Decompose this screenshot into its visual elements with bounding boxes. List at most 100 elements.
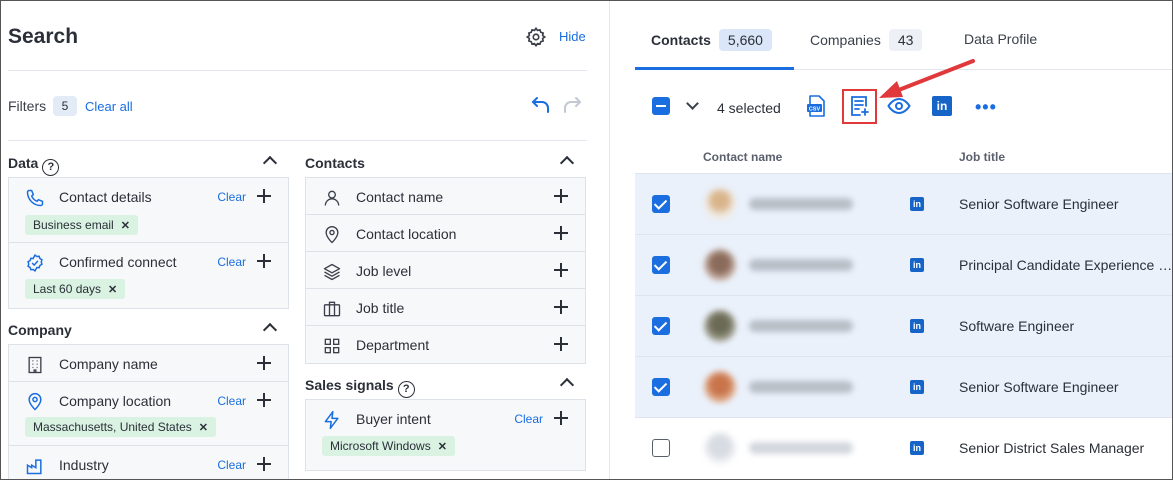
tab-data-profile[interactable]: Data Profile	[964, 31, 1037, 47]
filter-company-name[interactable]: Company name	[9, 345, 288, 382]
row-checkbox[interactable]	[652, 439, 670, 457]
grid-icon	[324, 338, 340, 354]
csv-export-icon[interactable]: CSV	[804, 94, 828, 118]
contact-name-blurred[interactable]	[749, 381, 853, 393]
chevron-up-icon[interactable]	[559, 155, 575, 171]
plus-icon[interactable]	[257, 356, 271, 370]
filter-buyer-intent[interactable]: Buyer intent Clear Microsoft Windows ✕	[306, 400, 585, 470]
contacts-section-header[interactable]: Contacts	[305, 149, 586, 177]
linkedin-icon[interactable]: in	[910, 380, 924, 394]
filter-company-location[interactable]: Company location Clear Massachusetts, Un…	[9, 382, 288, 446]
filter-chip[interactable]: Last 60 days ✕	[25, 279, 126, 299]
contact-name-blurred[interactable]	[749, 320, 853, 332]
plus-icon[interactable]	[257, 457, 271, 471]
row-checkbox[interactable]	[652, 256, 670, 274]
layers-icon	[323, 263, 341, 281]
more-options-icon[interactable]: •••	[975, 97, 997, 118]
close-icon[interactable]: ✕	[121, 220, 130, 232]
filter-job-title[interactable]: Job title	[306, 289, 585, 326]
row-checkbox[interactable]	[652, 378, 670, 396]
active-tab-indicator	[635, 67, 794, 70]
sales-signals-title: Sales signals	[305, 377, 394, 393]
clear-link[interactable]: Clear	[217, 394, 246, 408]
company-filter-box: Company name Company location Clear Mass…	[8, 344, 289, 479]
tab-count-badge: 5,660	[718, 29, 772, 51]
plus-icon[interactable]	[554, 337, 568, 351]
filter-contact-details[interactable]: Contact details Clear Business email ✕	[9, 178, 288, 243]
table-row[interactable]: in Senior District Sales Manager	[635, 417, 1172, 478]
data-section-header[interactable]: Data?	[8, 149, 289, 177]
plus-icon[interactable]	[554, 226, 568, 240]
clear-link[interactable]: Clear	[217, 255, 246, 269]
tab-contacts[interactable]: Contacts 5,660	[651, 29, 772, 51]
filter-label: Department	[356, 337, 430, 353]
filter-chip[interactable]: Massachusetts, United States ✕	[25, 417, 216, 437]
chevron-up-icon[interactable]	[559, 377, 575, 393]
redo-icon[interactable]	[561, 95, 583, 115]
clear-all-link[interactable]: Clear all	[85, 99, 133, 114]
tab-companies[interactable]: Companies 43	[810, 29, 923, 51]
close-icon[interactable]: ✕	[108, 284, 117, 296]
linkedin-icon[interactable]: in	[932, 96, 952, 116]
plus-icon[interactable]	[257, 393, 271, 407]
table-row[interactable]: in Software Engineer	[635, 295, 1172, 356]
undo-icon[interactable]	[530, 95, 552, 115]
help-icon[interactable]: ?	[42, 159, 60, 176]
csv-label: CSV	[809, 106, 821, 112]
chevron-down-icon[interactable]	[686, 97, 699, 110]
filter-job-level[interactable]: Job level	[306, 252, 585, 289]
filter-department[interactable]: Department	[306, 326, 585, 363]
plus-icon[interactable]	[554, 189, 568, 203]
column-header-job-title[interactable]: Job title	[959, 150, 1005, 164]
close-icon[interactable]: ✕	[438, 441, 447, 453]
company-section-header[interactable]: Company	[8, 316, 289, 344]
filters-label: Filters	[8, 98, 47, 114]
column-header-contact-name[interactable]: Contact name	[703, 150, 782, 164]
eye-icon[interactable]	[887, 94, 911, 118]
close-icon[interactable]: ✕	[199, 422, 208, 434]
contact-name-blurred[interactable]	[749, 198, 853, 210]
help-icon[interactable]: ?	[397, 381, 415, 398]
clear-link[interactable]: Clear	[514, 412, 543, 426]
filter-confirmed-connect[interactable]: Confirmed connect Clear Last 60 days ✕	[9, 243, 288, 308]
plus-icon[interactable]	[257, 189, 271, 203]
table-row[interactable]: in Senior Software Engineer	[635, 173, 1172, 234]
filter-contact-location[interactable]: Contact location	[306, 215, 585, 252]
select-all-checkbox[interactable]	[652, 97, 670, 115]
filter-contact-name[interactable]: Contact name	[306, 178, 585, 215]
plus-icon[interactable]	[554, 300, 568, 314]
industry-icon	[26, 459, 42, 475]
row-checkbox[interactable]	[652, 195, 670, 213]
app-window: Search Hide Filters 5 Clear all Data? Co…	[0, 0, 1173, 480]
chevron-up-icon[interactable]	[262, 155, 278, 171]
filter-label: Company name	[59, 356, 158, 372]
filter-industry[interactable]: Industry Clear	[9, 446, 288, 479]
contact-name-blurred[interactable]	[749, 442, 853, 454]
linkedin-icon[interactable]: in	[910, 319, 924, 333]
plus-icon[interactable]	[554, 263, 568, 277]
linkedin-icon[interactable]: in	[910, 197, 924, 211]
gear-icon[interactable]	[525, 26, 547, 48]
filter-label: Confirmed connect	[59, 254, 177, 270]
table-row[interactable]: in Principal Candidate Experience Manage…	[635, 234, 1172, 295]
linkedin-icon[interactable]: in	[910, 441, 924, 455]
row-checkbox[interactable]	[652, 317, 670, 335]
sales-signals-section-header[interactable]: Sales signals?	[305, 371, 586, 399]
filter-chip[interactable]: Microsoft Windows ✕	[322, 436, 455, 456]
tab-label: Companies	[810, 32, 881, 48]
filter-label: Company location	[59, 393, 172, 409]
linkedin-icon[interactable]: in	[910, 258, 924, 272]
avatar	[704, 310, 736, 342]
hide-link[interactable]: Hide	[559, 29, 586, 44]
plus-icon[interactable]	[257, 254, 271, 268]
tab-count-badge: 43	[888, 29, 923, 51]
plus-icon[interactable]	[554, 411, 568, 425]
clear-link[interactable]: Clear	[217, 458, 246, 472]
table-row[interactable]: in Senior Software Engineer	[635, 356, 1172, 417]
highlight-box	[842, 89, 877, 124]
contact-name-blurred[interactable]	[749, 259, 853, 271]
chevron-up-icon[interactable]	[262, 322, 278, 338]
clear-link[interactable]: Clear	[217, 190, 246, 204]
filter-chip[interactable]: Business email ✕	[25, 215, 138, 235]
location-pin-icon	[28, 392, 42, 411]
